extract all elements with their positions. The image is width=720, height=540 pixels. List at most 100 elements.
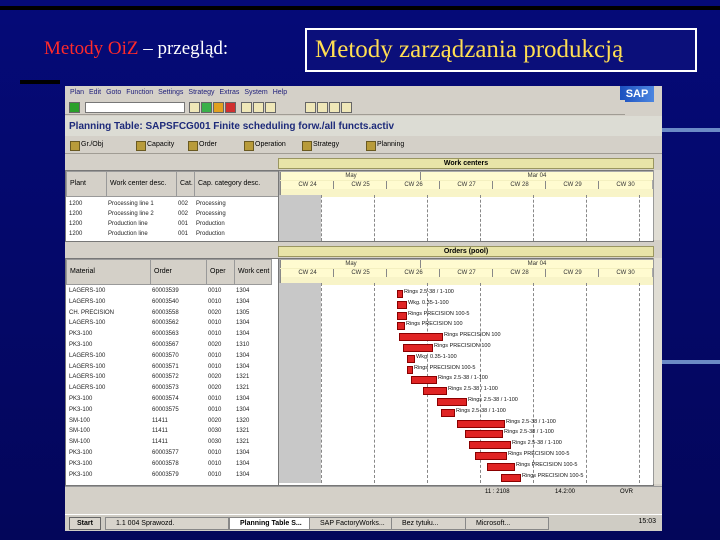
order-bar[interactable]: [423, 387, 447, 396]
menu-item-help[interactable]: Help: [273, 86, 287, 99]
table-row[interactable]: SM-100 11411 0020 1320: [66, 416, 278, 426]
table-row[interactable]: 1200 Processing line 2 002 Processing: [66, 209, 278, 219]
column-header[interactable]: Oper: [206, 259, 236, 285]
back-icon[interactable]: [201, 102, 212, 113]
table-row[interactable]: PK3-100 60003579 0010 1304: [66, 470, 278, 480]
order-bar-label: Rings 2.5-38 / 1-100: [512, 440, 562, 447]
table-row[interactable]: SM-100 11411 0030 1321: [66, 437, 278, 447]
table-row[interactable]: LAGERS-100 60003562 0010 1304: [66, 318, 278, 328]
column-header[interactable]: Work center desc.: [106, 171, 178, 197]
cell-material: PK3-100: [69, 331, 93, 338]
order-bar[interactable]: [465, 430, 503, 439]
order-bar[interactable]: [469, 441, 511, 450]
exit-icon[interactable]: [213, 102, 224, 113]
cancel-icon[interactable]: [225, 102, 236, 113]
menu-item-extras[interactable]: Extras: [220, 86, 240, 99]
print-icon[interactable]: [241, 102, 252, 113]
table-row[interactable]: PK3-100 60003574 0010 1304: [66, 394, 278, 404]
order-bar[interactable]: [501, 473, 521, 482]
order-bar[interactable]: [397, 311, 407, 320]
cell-work-center: 1304: [236, 352, 250, 359]
column-header[interactable]: Cat.: [176, 171, 196, 197]
order-bar[interactable]: [397, 300, 407, 309]
order-bar[interactable]: [407, 354, 415, 363]
menu-item-edit[interactable]: Edit: [89, 86, 101, 99]
cell-operation: 0030: [208, 428, 222, 435]
menu-item-function[interactable]: Function: [126, 86, 153, 99]
order-bar[interactable]: [407, 365, 413, 374]
table-row[interactable]: LAGERS-100 60003570 0010 1304: [66, 351, 278, 361]
order-bar[interactable]: [457, 419, 505, 428]
cell-operation: 0010: [208, 320, 222, 327]
enter-icon[interactable]: [69, 102, 80, 113]
last-page-icon[interactable]: [341, 102, 352, 113]
prev-page-icon[interactable]: [317, 102, 328, 113]
find-next-icon[interactable]: [265, 102, 276, 113]
cell-material: SM-100: [69, 439, 91, 446]
order-bar-label: Rings 2.5-38 / 1-100: [506, 418, 556, 425]
taskbar-task[interactable]: Microsoft...: [465, 517, 549, 530]
toolbar-button-strategy[interactable]: Strategy: [301, 139, 339, 151]
work-centers-table: Plant Work center desc. Cat. Cap. category …: [65, 170, 280, 242]
cell-operation: 0010: [208, 363, 222, 370]
order-bar[interactable]: [397, 322, 405, 331]
table-cell: 002: [178, 211, 189, 217]
slide-title-rest: – przegląd:: [138, 38, 229, 59]
taskbar-task[interactable]: Planning Table S...: [229, 517, 313, 530]
column-header[interactable]: Work cent: [234, 259, 272, 285]
boxed-title: Metody zarządzania produkcją: [305, 28, 697, 72]
first-page-icon[interactable]: [305, 102, 316, 113]
menu-item-strategy[interactable]: Strategy: [188, 86, 214, 99]
table-row[interactable]: SM-100 11411 0030 1321: [66, 426, 278, 436]
menu-item-settings[interactable]: Settings: [158, 86, 183, 99]
order-bar[interactable]: [487, 462, 515, 471]
orders-scrollbar[interactable]: [653, 258, 662, 484]
toolbar-button-planning[interactable]: Planning: [365, 139, 404, 151]
table-row[interactable]: LAGERS-100 60003539 0010 1304: [66, 286, 278, 296]
table-row[interactable]: LAGERS-100 60003571 0010 1304: [66, 362, 278, 372]
start-button[interactable]: Start: [69, 517, 101, 530]
order-bar[interactable]: [475, 452, 507, 460]
table-row[interactable]: PK3-100 60003563 0010 1304: [66, 329, 278, 339]
column-header[interactable]: Order: [150, 259, 208, 285]
toolbar-button-operation[interactable]: Operation: [243, 139, 286, 151]
table-row[interactable]: 1200 Production line 001 Production: [66, 229, 278, 239]
table-row[interactable]: PK3-100 60003575 0010 1304: [66, 405, 278, 415]
next-page-icon[interactable]: [329, 102, 340, 113]
taskbar-task[interactable]: 1.1 004 Sprawozd.: [105, 517, 229, 530]
order-bar[interactable]: [411, 376, 437, 385]
menu-item-goto[interactable]: Goto: [106, 86, 121, 99]
work-centers-scrollbar[interactable]: [653, 170, 662, 240]
command-field[interactable]: [85, 102, 185, 113]
table-row[interactable]: PK3-100 60003567 0020 1310: [66, 340, 278, 350]
taskbar-task[interactable]: SAP FactoryWorks...: [309, 517, 393, 530]
table-row[interactable]: LAGERS-100 60003540 0010 1304: [66, 297, 278, 307]
column-header[interactable]: Material: [66, 259, 152, 285]
sap-window: Plan Edit Goto Function Settings Strategy Extr…: [65, 86, 662, 531]
order-bar[interactable]: [397, 290, 403, 298]
table-row[interactable]: CH. PRECISION 60003558 0020 1305: [66, 308, 278, 318]
toolbar-button-grobj[interactable]: Gr./Obj: [69, 139, 103, 151]
table-row[interactable]: LAGERS-100 60003573 0020 1321: [66, 383, 278, 393]
menu-item-system[interactable]: System: [244, 86, 267, 99]
table-row[interactable]: PK3-100 60003578 0010 1304: [66, 459, 278, 469]
taskbar-task[interactable]: Bez tytułu...: [391, 517, 475, 530]
table-row[interactable]: PK3-100 60003577 0010 1304: [66, 448, 278, 458]
save-icon[interactable]: [189, 102, 200, 113]
toolbar-button-capacity[interactable]: Capacity: [135, 139, 174, 151]
order-bar[interactable]: [399, 333, 443, 342]
order-bar[interactable]: [403, 344, 433, 352]
menu-item-plan[interactable]: Plan: [70, 86, 84, 99]
column-header[interactable]: Cap. category desc.: [194, 171, 280, 197]
grid-line: [639, 195, 640, 241]
order-bar[interactable]: [437, 398, 467, 406]
column-header[interactable]: Plant: [66, 171, 108, 197]
find-icon[interactable]: [253, 102, 264, 113]
table-row[interactable]: LAGERS-100 60003572 0020 1321: [66, 372, 278, 382]
sap-logo: SAP: [620, 86, 654, 102]
toolbar-button-order[interactable]: Order: [187, 139, 217, 151]
order-bar[interactable]: [441, 408, 455, 417]
table-row[interactable]: 1200 Production line 001 Production: [66, 219, 278, 229]
table-row[interactable]: 1200 Processing line 1 002 Processing: [66, 199, 278, 209]
cell-order: 60003577: [152, 450, 179, 456]
